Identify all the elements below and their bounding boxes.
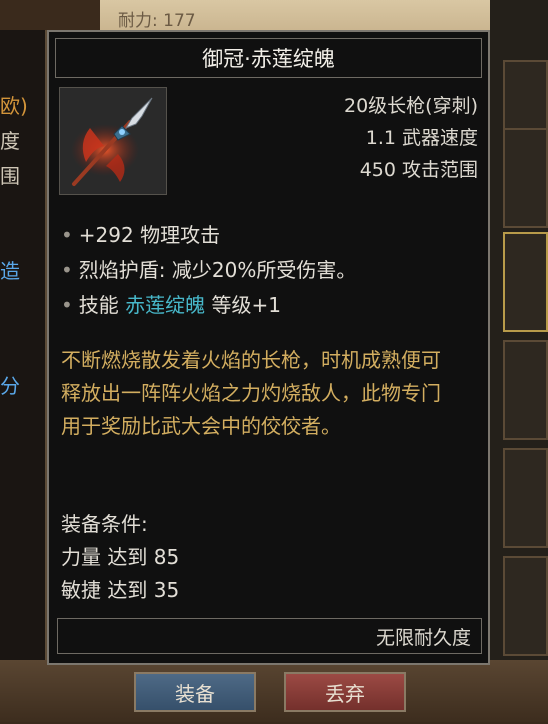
left-panel-fragment: 欧) (0, 94, 28, 118)
skill-prefix: 技能 (78, 293, 119, 317)
agility-requirement: 敏捷 达到 35 (61, 578, 180, 602)
inventory-slot[interactable] (503, 556, 548, 656)
bottom-bar (0, 660, 548, 722)
effect-line: • +292 物理攻击 (61, 223, 221, 247)
item-lore: 不断燃烧散发着火焰的长枪，时机成熟便可释放出一阵阵火焰之力灼烧敌人，此物专门用于… (61, 348, 441, 438)
durability-bar: 无限耐久度 (57, 618, 482, 654)
item-tooltip: 御冠·赤莲绽魄 20级长枪(穿刺) 1.1 武器速度 450 攻击范围 • +29… (47, 30, 490, 665)
skill-name: 赤莲绽魄 (125, 293, 206, 317)
equip-button[interactable]: 装备 (134, 672, 256, 712)
flame-shield: 烈焰护盾: 减少20%所受伤害。 (78, 258, 357, 282)
spear-icon (71, 97, 153, 186)
weapon-type: 20级长枪(穿刺) (343, 95, 478, 117)
effect-line: • 技能 赤莲绽魄 等级+1 (61, 293, 281, 317)
physical-attack: +292 物理攻击 (78, 223, 221, 247)
inventory-slot-selected[interactable] (503, 232, 548, 332)
weapon-stats: 20级长枪(穿刺) 1.1 武器速度 450 攻击范围 (344, 90, 478, 186)
inventory-slot[interactable] (503, 448, 548, 548)
background-durability-text: 耐力: 177 (118, 11, 196, 31)
requirements-header: 装备条件: (61, 512, 148, 536)
left-panel-fragment: 分 (0, 374, 20, 398)
drop-button[interactable]: 丢弃 (284, 672, 406, 712)
weapon-speed: 1.1 武器速度 (365, 127, 478, 149)
left-panel-fragment: 造 (0, 259, 20, 283)
requirements: 装备条件: 力量 达到 85 敏捷 达到 35 (61, 508, 179, 607)
item-effects: • +292 物理攻击 • 烈焰护盾: 减少20%所受伤害。 • 技能 赤莲绽魄 等级… (61, 218, 356, 323)
inventory-slot[interactable] (503, 340, 548, 440)
left-panel-fragment: 度 (0, 129, 20, 153)
effect-line: • 烈焰护盾: 减少20%所受伤害。 (61, 258, 357, 282)
attack-range: 450 攻击范围 (359, 159, 478, 181)
strength-requirement: 力量 达到 85 (61, 545, 180, 569)
skill-suffix: 等级+1 (211, 293, 281, 317)
item-icon-frame (59, 87, 167, 195)
durability-text: 无限耐久度 (375, 626, 471, 649)
item-title: 御冠·赤莲绽魄 (55, 38, 482, 78)
inventory-slot[interactable] (503, 128, 548, 228)
left-panel-fragment: 围 (0, 164, 20, 188)
left-character-panel: 欧) 度 围 造 分 度 (0, 30, 47, 723)
